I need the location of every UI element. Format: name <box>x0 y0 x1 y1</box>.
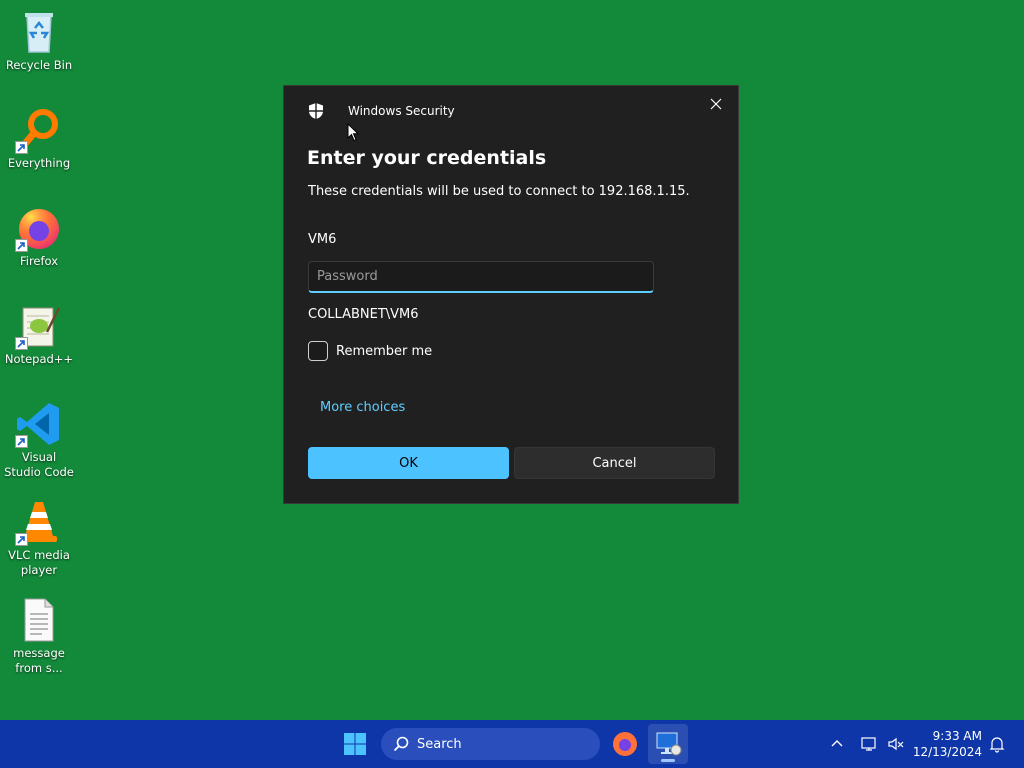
desktop-icon-label: VLC media player <box>8 548 70 577</box>
volume-muted-icon[interactable] <box>887 735 905 753</box>
desktop-icon-label: Visual Studio Code <box>4 450 74 479</box>
password-input[interactable] <box>308 261 654 293</box>
shortcut-arrow-icon <box>15 435 28 448</box>
chevron-up-icon[interactable] <box>830 736 844 750</box>
cancel-button[interactable]: Cancel <box>514 447 715 479</box>
close-icon[interactable] <box>708 96 724 112</box>
remote-desktop-icon <box>656 732 682 756</box>
desktop-icon-message-file[interactable]: message from s... <box>2 596 76 676</box>
ok-button[interactable]: OK <box>308 447 509 479</box>
recycle-bin-icon <box>15 8 63 56</box>
windows-logo-icon <box>344 733 366 755</box>
desktop-icon-firefox[interactable]: Firefox <box>2 204 76 269</box>
mouse-cursor-icon <box>347 122 360 142</box>
desktop-icon-vscode[interactable]: Visual Studio Code <box>2 400 76 480</box>
taskbar-firefox-button[interactable] <box>612 731 638 757</box>
dialog-description: These credentials will be used to connec… <box>308 184 690 199</box>
clock-time: 9:33 AM <box>932 729 982 743</box>
domain-user-label: COLLABNET\VM6 <box>308 307 419 322</box>
shortcut-arrow-icon <box>15 141 28 154</box>
desktop-icon-label: Recycle Bin <box>5 58 73 72</box>
dialog-app-title: Windows Security <box>348 104 455 118</box>
shortcut-arrow-icon <box>15 533 28 546</box>
desktop-icon-notepad-plus-plus[interactable]: Notepad++ <box>2 302 76 367</box>
shortcut-arrow-icon <box>15 337 28 350</box>
desktop-icon-vlc[interactable]: VLC media player <box>2 498 76 578</box>
checkbox-box[interactable] <box>308 341 328 361</box>
shortcut-arrow-icon <box>15 239 28 252</box>
remember-me-label: Remember me <box>336 343 433 359</box>
vlc-icon <box>15 498 63 546</box>
desktop-icon-label: Everything <box>7 156 71 170</box>
desktop-icon-label: Firefox <box>19 254 59 268</box>
desktop-icon-everything[interactable]: Everything <box>2 106 76 171</box>
search-icon <box>393 736 409 752</box>
text-file-icon <box>15 596 63 644</box>
username-label: VM6 <box>308 232 337 247</box>
taskbar-search-box[interactable]: Search <box>381 728 600 760</box>
more-choices-link[interactable]: More choices <box>320 400 405 415</box>
desktop-icon-label: message from s... <box>13 646 65 675</box>
remember-me-checkbox[interactable]: Remember me <box>308 341 432 361</box>
notification-bell-icon[interactable] <box>988 735 1006 753</box>
credentials-dialog: Windows Security Enter your credentials … <box>283 85 739 504</box>
system-clock[interactable]: 9:33 AM 12/13/2024 <box>912 728 982 760</box>
taskbar-remote-desktop-button[interactable] <box>648 724 688 764</box>
search-label: Search <box>417 736 462 752</box>
dialog-heading: Enter your credentials <box>307 147 547 169</box>
start-button[interactable] <box>343 732 367 756</box>
everything-search-icon <box>15 106 63 154</box>
desktop-icon-label: Notepad++ <box>4 352 74 366</box>
firefox-icon <box>15 204 63 252</box>
network-icon[interactable] <box>860 735 878 753</box>
notepad-plus-plus-icon <box>15 302 63 350</box>
dialog-titlebar[interactable]: Windows Security <box>284 86 738 126</box>
desktop-icon-recycle-bin[interactable]: Recycle Bin <box>2 8 76 73</box>
firefox-icon <box>613 732 637 756</box>
active-indicator <box>661 759 675 762</box>
shield-icon <box>308 102 324 120</box>
vscode-icon <box>15 400 63 448</box>
taskbar: Search 9:33 AM 12/13/2024 <box>0 720 1024 768</box>
clock-date: 12/13/2024 <box>912 745 982 759</box>
